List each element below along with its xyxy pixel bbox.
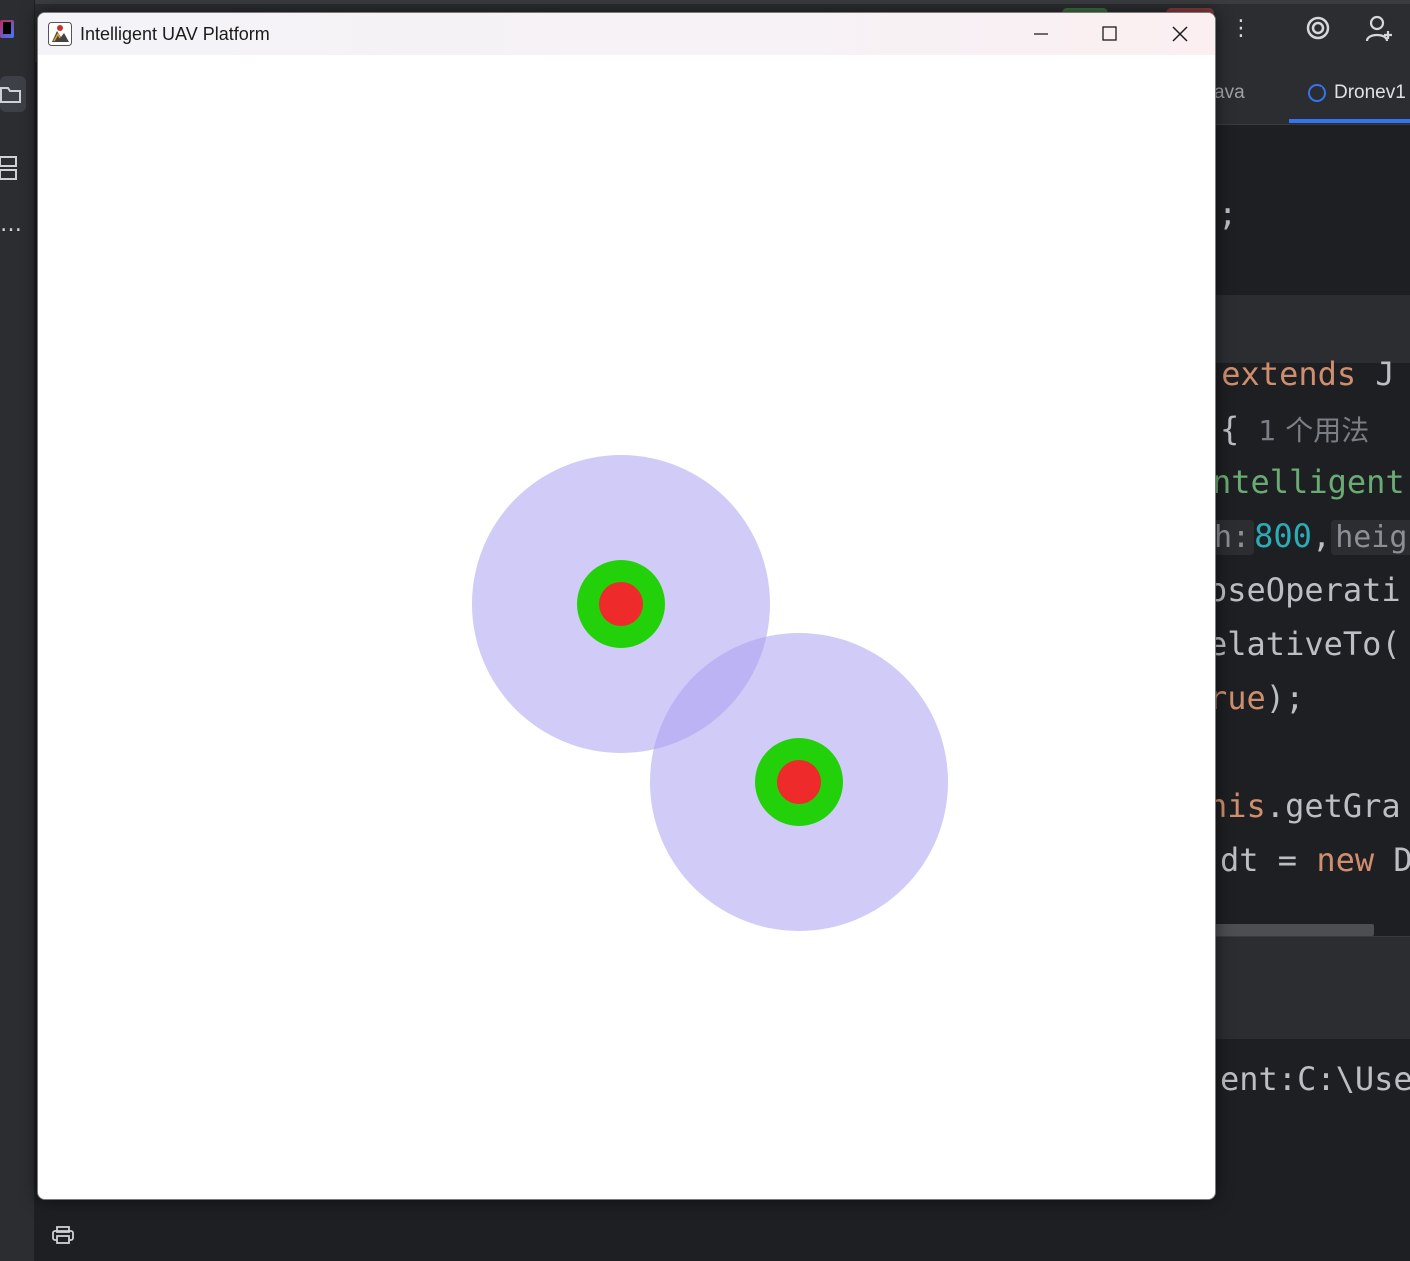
window-title: Intelligent UAV Platform [80,24,270,44]
print-icon[interactable] [52,1226,74,1244]
java-app-icon [48,22,72,46]
minimize-button[interactable] [1007,13,1075,55]
active-tab-indicator [1289,119,1410,123]
minimize-icon [1034,33,1048,35]
code-line: ; [1218,195,1238,233]
code-line: his.getGra [1214,787,1401,825]
more-vertical-icon[interactable]: ⋮ [1230,16,1252,41]
add-user-icon[interactable] [1364,14,1394,50]
code-line: rue); [1214,679,1305,717]
ide-toolbar-strip [0,0,1410,4]
ide-tool-sidebar: … [0,0,35,1261]
drone-2[interactable] [650,633,948,931]
code-line: ntelligent [1214,463,1405,501]
intellij-logo-icon [0,20,14,38]
run-console[interactable]: ent:C:\Use [1214,1040,1410,1200]
editor-highlight-band [1214,295,1410,363]
close-icon [1172,26,1188,42]
drone-1-core [599,582,643,626]
close-button[interactable] [1145,13,1213,55]
tab-java-file[interactable]: ava [1214,62,1245,124]
editor-tabs: ava Dronev1 [1214,62,1410,125]
code-line: oseOperati [1214,571,1401,609]
drone-2-core [777,760,821,804]
ai-assistant-icon[interactable] [1304,14,1332,48]
app-window: Intelligent UAV Platform [37,12,1216,1200]
editor-horizontal-scrollbar[interactable] [1214,924,1374,936]
more-tools-icon[interactable]: … [0,212,22,237]
tab-dronev1[interactable]: Dronev1 [1308,62,1406,124]
structure-tool-button[interactable] [0,150,26,186]
run-tool-toolbar [1214,999,1410,1039]
window-title-bar[interactable]: Intelligent UAV Platform [38,13,1215,55]
code-line: extends J [1221,355,1395,393]
code-line: dt = new D [1220,841,1410,879]
code-line: elativeTo( [1214,625,1401,663]
console-output-line: ent:C:\Use [1220,1060,1410,1098]
drone-canvas-svg [472,455,948,931]
code-line: h:800,heigh [1214,517,1410,555]
drone-canvas[interactable] [38,55,1215,1199]
maximize-icon [1102,26,1117,41]
ide-bottom-area [34,1200,1410,1261]
project-tool-button[interactable] [0,76,26,112]
java-class-icon [1308,84,1326,102]
maximize-button[interactable] [1075,13,1143,55]
code-editor[interactable]: ; extends J { 1 个用法 ntelligent h: 800, hei… [1214,125,1410,935]
run-tool-header [1214,936,1410,1000]
code-line: { 1 个用法 [1220,410,1370,448]
